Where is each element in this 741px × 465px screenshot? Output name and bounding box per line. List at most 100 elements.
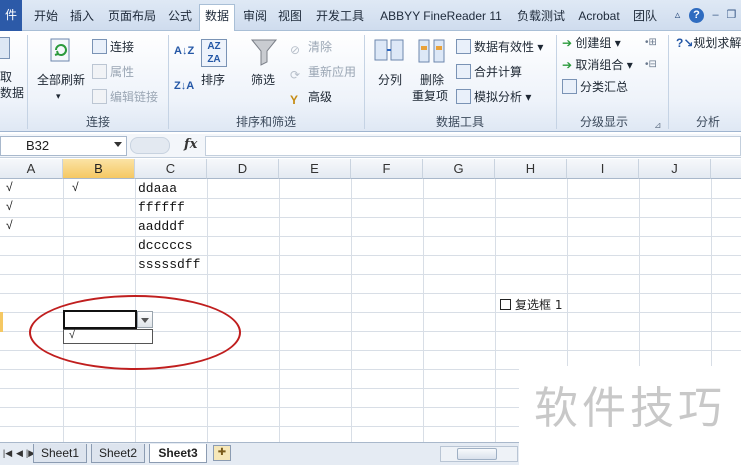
selected-row-indicator: [0, 312, 3, 332]
column-header-a[interactable]: A: [0, 159, 63, 179]
refresh-all-button[interactable]: 全部刷新: [37, 72, 85, 88]
solver-button[interactable]: ?↘规划求解: [676, 35, 741, 51]
hide-detail-icon[interactable]: •⊟: [645, 57, 657, 73]
form-checkbox[interactable]: 复选框 1: [500, 296, 562, 313]
tab-data[interactable]: 数据: [199, 4, 235, 31]
gridline: [0, 293, 741, 294]
column-header-i[interactable]: I: [567, 159, 639, 179]
edit-links-icon: [92, 89, 107, 104]
column-header-h[interactable]: H: [495, 159, 567, 179]
watermark: 软件技巧: [519, 366, 741, 465]
filter-icon: [249, 37, 279, 67]
cell-a-checkmark[interactable]: √: [6, 180, 13, 194]
gridline: [0, 236, 741, 237]
column-header-d[interactable]: D: [207, 159, 279, 179]
solver-icon: ?↘: [676, 36, 694, 50]
column-header-k[interactable]: [711, 159, 741, 179]
clear-label: 清除: [308, 40, 333, 54]
tab-review[interactable]: 审阅: [240, 5, 270, 29]
tab-page-layout[interactable]: 页面布局: [104, 5, 160, 29]
cell-c-text[interactable]: ffffff: [138, 200, 185, 215]
properties-button[interactable]: 属性: [92, 64, 134, 80]
sort-icon: AZ ZA: [201, 39, 227, 67]
annotation-ellipse: [29, 295, 241, 370]
edit-links-label: 编辑链接: [110, 90, 159, 104]
tab-team[interactable]: 团队: [630, 5, 660, 29]
tab-formulas[interactable]: 公式: [165, 5, 195, 29]
gridline: [279, 179, 280, 442]
get-external-label-2[interactable]: 数据: [0, 85, 24, 101]
what-if-button[interactable]: 模拟分析 ▾: [456, 89, 531, 105]
subtotal-button[interactable]: 分类汇总: [562, 79, 628, 95]
cell-c-text[interactable]: sssssdff: [138, 257, 200, 272]
tab-home[interactable]: 开始: [30, 5, 62, 29]
gridline: [0, 274, 741, 275]
name-box-dropdown-icon[interactable]: [114, 142, 122, 147]
tab-abbyy[interactable]: ABBYY FineReader 11: [374, 5, 508, 29]
remove-duplicates-label-2[interactable]: 重复项: [412, 88, 448, 104]
tab-view[interactable]: 视图: [275, 5, 305, 29]
insert-function-icon[interactable]: fx: [184, 137, 197, 152]
column-header-c[interactable]: C: [135, 159, 207, 179]
window-restore-icon[interactable]: ❐: [724, 8, 739, 23]
sheet-tab-3[interactable]: Sheet3: [149, 444, 207, 463]
column-header-j[interactable]: J: [639, 159, 711, 179]
group-button[interactable]: ➔ 创建组 ▾: [562, 35, 621, 51]
sort-az-icon[interactable]: A↓Z: [174, 43, 194, 59]
gridline: [0, 198, 741, 199]
show-detail-icon[interactable]: •⊞: [645, 35, 657, 51]
horizontal-scrollbar[interactable]: [440, 446, 518, 462]
reapply-button[interactable]: ⟳ 重新应用: [290, 64, 356, 82]
window-minimize-icon[interactable]: –: [708, 8, 723, 23]
group-label-data-tools: 数据工具: [435, 115, 484, 129]
ungroup-button[interactable]: ➔ 取消组合 ▾: [562, 57, 633, 73]
get-external-label-1[interactable]: 取: [0, 69, 12, 85]
tab-load-test[interactable]: 负载测试: [513, 5, 569, 29]
what-if-icon: [456, 89, 471, 104]
advanced-button[interactable]: Y 高级: [290, 89, 332, 107]
refresh-dropdown-icon[interactable]: ▾: [56, 88, 61, 104]
cell-c-text[interactable]: dcccccs: [138, 238, 193, 253]
outline-dialog-launcher-icon[interactable]: ⊿: [654, 117, 662, 133]
column-header-f[interactable]: F: [351, 159, 423, 179]
clear-button[interactable]: ⊘ 清除: [290, 39, 332, 57]
sheet-tab-1[interactable]: Sheet1: [33, 444, 87, 463]
cell-c-text[interactable]: aadddf: [138, 219, 185, 234]
clear-filter-icon: ⊘: [290, 43, 301, 57]
tab-file[interactable]: 件: [0, 0, 22, 31]
column-header-g[interactable]: G: [423, 159, 495, 179]
properties-icon: [92, 64, 107, 79]
insert-sheet-icon[interactable]: ✚: [213, 445, 231, 461]
formula-bar-splitter[interactable]: [130, 137, 170, 154]
sort-button[interactable]: 排序: [201, 72, 225, 88]
data-validation-button[interactable]: 数据有效性 ▾: [456, 39, 543, 55]
name-box[interactable]: B32: [0, 136, 127, 156]
sheet-tab-2[interactable]: Sheet2: [91, 444, 145, 463]
remove-duplicates-label-1[interactable]: 删除: [420, 72, 444, 88]
tab-insert[interactable]: 插入: [66, 5, 98, 29]
cell-c-text[interactable]: ddaaa: [138, 181, 177, 196]
connections-button[interactable]: 连接: [92, 39, 134, 55]
consolidate-button[interactable]: 合并计算: [456, 64, 522, 80]
cell-b-checkmark[interactable]: √: [72, 180, 79, 194]
connections-icon: [92, 39, 107, 54]
column-header-e[interactable]: E: [279, 159, 351, 179]
sort-za-icon[interactable]: Z↓A: [174, 78, 194, 94]
tab-acrobat[interactable]: Acrobat: [574, 5, 624, 29]
filter-button[interactable]: 筛选: [251, 72, 275, 88]
help-icon[interactable]: ?: [689, 8, 704, 23]
gridline: [423, 179, 424, 442]
edit-links-button[interactable]: 编辑链接: [92, 89, 158, 105]
refresh-all-icon: [48, 37, 74, 65]
data-validation-label: 数据有效性: [474, 40, 535, 54]
cell-a-checkmark[interactable]: √: [6, 199, 13, 213]
column-header-b[interactable]: B: [63, 159, 135, 179]
tab-developer[interactable]: 开发工具: [312, 5, 368, 29]
text-to-columns-button[interactable]: 分列: [378, 72, 402, 88]
reapply-icon: ⟳: [290, 68, 301, 82]
cell-a-checkmark[interactable]: √: [6, 218, 13, 232]
group-label-sort-filter: 排序和筛选: [235, 115, 296, 129]
scrollbar-thumb[interactable]: [457, 448, 497, 460]
minimize-ribbon-icon[interactable]: ▵: [670, 8, 685, 23]
formula-input[interactable]: [205, 136, 741, 156]
